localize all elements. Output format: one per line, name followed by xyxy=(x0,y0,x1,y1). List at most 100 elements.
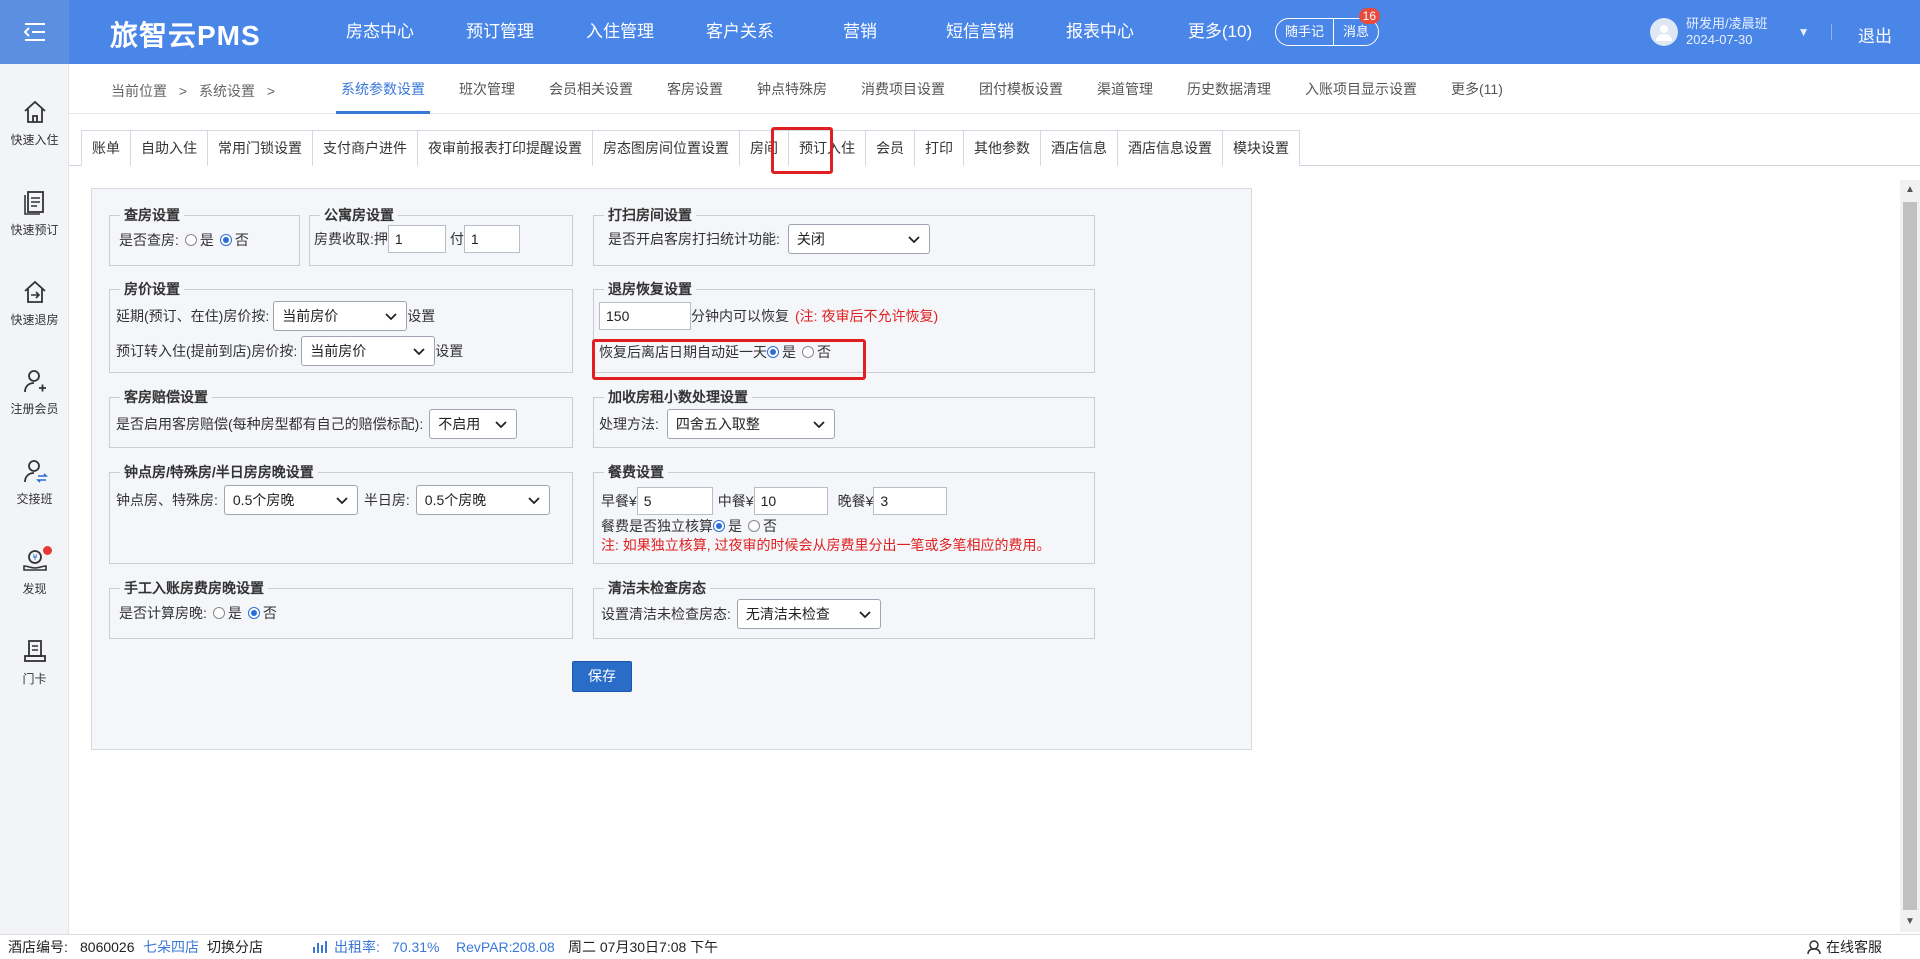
breakfast-input[interactable] xyxy=(636,487,713,515)
manual-posting-yes-radio[interactable] xyxy=(212,607,225,619)
save-button[interactable]: 保存 xyxy=(572,661,632,692)
halfday-select[interactable]: 0.5个房晚 xyxy=(415,485,550,515)
chevron-down-icon xyxy=(385,313,397,321)
clean-uninspected-row: 设置清洁未检查房态: 无清洁未检查 xyxy=(601,599,881,629)
sidebar-item-register-member[interactable]: 注册会员 xyxy=(0,368,69,417)
manual-posting-yes-label: 是 xyxy=(227,605,242,621)
scroll-up-icon[interactable]: ▲ xyxy=(1900,180,1920,200)
subtab-other-params[interactable]: 其他参数 xyxy=(963,130,1041,166)
section-title: 餐费设置 xyxy=(604,463,668,481)
hourly-section: 钟点房/特殊房/半日房房晚设置 钟点房、特殊房: 0.5个房晚 半日房: 0.5… xyxy=(109,463,573,564)
meals-independent-yes-radio[interactable] xyxy=(713,520,725,532)
apartment-section: 公寓房设置 房费收取: 押 付 xyxy=(309,206,573,266)
hourly-select[interactable]: 0.5个房晚 xyxy=(223,485,358,515)
compensation-row: 是否启用客房赔偿(每种房型都有自己的赔偿标配): 不启用 xyxy=(116,409,518,439)
caret-down-icon[interactable]: ▼ xyxy=(1798,25,1810,39)
manual-posting-label: 是否计算房晚: xyxy=(119,605,207,621)
check-room-no-radio[interactable] xyxy=(219,234,232,246)
apartment-row: 房费收取: 押 付 xyxy=(314,225,520,253)
scrollbar[interactable]: ▲ ▼ xyxy=(1900,180,1920,932)
user-menu[interactable]: 研发用/凌晨班 2024-07-30 ▼ xyxy=(1650,16,1810,48)
subtab-hotel-info-settings[interactable]: 酒店信息设置 xyxy=(1117,130,1223,166)
hotel-name[interactable]: 七朵四店 xyxy=(143,935,199,959)
extend-price-select[interactable]: 当前房价 xyxy=(273,301,408,331)
online-support-button[interactable]: 在线客服 xyxy=(1826,935,1882,959)
lunch-input[interactable] xyxy=(753,487,828,515)
status-bar: 酒店编号: 8060026 七朵四店 切换分店 出租率: 70.31% RevP… xyxy=(0,934,1920,959)
section-title: 打扫房间设置 xyxy=(604,206,696,224)
subtab-room-map-position[interactable]: 房态图房间位置设置 xyxy=(592,130,740,166)
messages-button[interactable]: 消息 16 xyxy=(1333,8,1381,45)
subtab-print[interactable]: 打印 xyxy=(914,130,964,166)
memo-button[interactable]: 随手记 xyxy=(1276,19,1333,45)
nav-item-customers[interactable]: 客户关系 xyxy=(680,0,800,64)
tab-posting-display[interactable]: 入账项目显示设置 xyxy=(1288,64,1434,114)
sidebar-item-room-card[interactable]: 门卡 xyxy=(0,638,69,687)
subtab-self-checkin[interactable]: 自助入住 xyxy=(130,130,208,166)
sidebar-item-quick-checkout[interactable]: 快速退房 xyxy=(0,279,69,328)
meals-independent-yes-label: 是 xyxy=(728,518,742,534)
nav-item-marketing[interactable]: 营销 xyxy=(800,0,920,64)
subtab-door-lock[interactable]: 常用门锁设置 xyxy=(207,130,313,166)
subtab-payment-merchant[interactable]: 支付商户进件 xyxy=(312,130,418,166)
subtab-bill[interactable]: 账单 xyxy=(81,130,131,166)
manual-posting-no-radio[interactable] xyxy=(247,607,260,619)
notification-dot xyxy=(42,546,52,555)
nav-item-reports[interactable]: 报表中心 xyxy=(1040,0,1160,64)
nav-item-checkin[interactable]: 入住管理 xyxy=(560,0,680,64)
nav-item-sms-marketing[interactable]: 短信营销 xyxy=(920,0,1040,64)
logout-button[interactable]: 退出 xyxy=(1858,22,1892,47)
early-price-select[interactable]: 当前房价 xyxy=(301,336,436,366)
breadcrumb-section[interactable]: 系统设置 xyxy=(199,83,255,99)
rounding-select[interactable]: 四舍五入取整 xyxy=(666,409,835,439)
sidebar-item-quick-booking[interactable]: 快速预订 xyxy=(0,189,69,238)
sidebar-item-label: 发现 xyxy=(22,582,47,596)
tab-member-settings[interactable]: 会员相关设置 xyxy=(532,64,650,114)
check-room-row: 是否查房: 是 否 xyxy=(119,230,249,250)
deposit-label: 押 xyxy=(373,231,388,247)
subtab-hotel-info[interactable]: 酒店信息 xyxy=(1040,130,1118,166)
cleaning-section: 打扫房间设置 是否开启客房打扫统计功能: 关闭 xyxy=(593,206,1095,266)
subtab-module-settings[interactable]: 模块设置 xyxy=(1222,130,1300,166)
tab-system-params[interactable]: 系统参数设置 xyxy=(324,64,442,114)
tab-more[interactable]: 更多(11) xyxy=(1434,64,1520,114)
nav-item-more[interactable]: 更多(10) xyxy=(1160,0,1280,64)
deposit-input[interactable] xyxy=(387,225,446,253)
subtab-member[interactable]: 会员 xyxy=(865,130,915,166)
tab-group-templates[interactable]: 团付模板设置 xyxy=(962,64,1080,114)
switch-branch-button[interactable]: 切换分店 xyxy=(207,935,263,959)
menu-toggle-button[interactable] xyxy=(0,0,69,64)
nav-item-room-status[interactable]: 房态中心 xyxy=(320,0,440,64)
datetime: 周二 07月30日7:08 下午 xyxy=(568,939,719,955)
check-room-yes-radio[interactable] xyxy=(184,234,197,246)
tab-shift-management[interactable]: 班次管理 xyxy=(442,64,532,114)
tab-consumption-items[interactable]: 消费项目设置 xyxy=(844,64,962,114)
sidebar-item-quick-checkin[interactable]: 快速入住 xyxy=(0,99,69,148)
meals-independent-no-radio[interactable] xyxy=(748,520,760,532)
subtab-night-audit-reminder[interactable]: 夜审前报表打印提醒设置 xyxy=(417,130,593,166)
restore-minutes-input[interactable] xyxy=(599,302,691,330)
manual-posting-no-label: 否 xyxy=(262,605,277,621)
clean-uninspected-select[interactable]: 无清洁未检查 xyxy=(736,599,881,629)
pay-label: 付 xyxy=(449,231,464,247)
add-user-icon xyxy=(23,370,46,393)
cleaning-select[interactable]: 关闭 xyxy=(787,224,930,254)
tab-hourly-rooms[interactable]: 钟点特殊房 xyxy=(740,64,844,114)
hotel-no: 8060026 xyxy=(80,939,135,955)
tab-channel-management[interactable]: 渠道管理 xyxy=(1080,64,1170,114)
room-price-row-2: 预订转入住(提前到店)房价按: 当前房价 设置 xyxy=(116,336,463,366)
nav-item-reservations[interactable]: 预订管理 xyxy=(440,0,560,64)
breadcrumb-separator: > xyxy=(266,83,276,99)
scrollbar-thumb[interactable] xyxy=(1903,202,1917,910)
pay-input[interactable] xyxy=(463,225,520,253)
chevron-down-icon xyxy=(413,348,425,356)
dinner-input[interactable] xyxy=(873,487,948,515)
compensation-select[interactable]: 不启用 xyxy=(429,409,518,439)
scroll-down-icon[interactable]: ▼ xyxy=(1900,912,1920,932)
sidebar-item-discover[interactable]: ¥ 发现 xyxy=(0,546,69,597)
apartment-label: 房费收取: xyxy=(314,231,374,247)
tab-room-settings[interactable]: 客房设置 xyxy=(650,64,740,114)
tab-history-cleanup[interactable]: 历史数据清理 xyxy=(1170,64,1288,114)
sidebar-item-shift-handover[interactable]: 交接班 xyxy=(0,458,69,507)
early-price-suffix: 设置 xyxy=(435,343,464,359)
